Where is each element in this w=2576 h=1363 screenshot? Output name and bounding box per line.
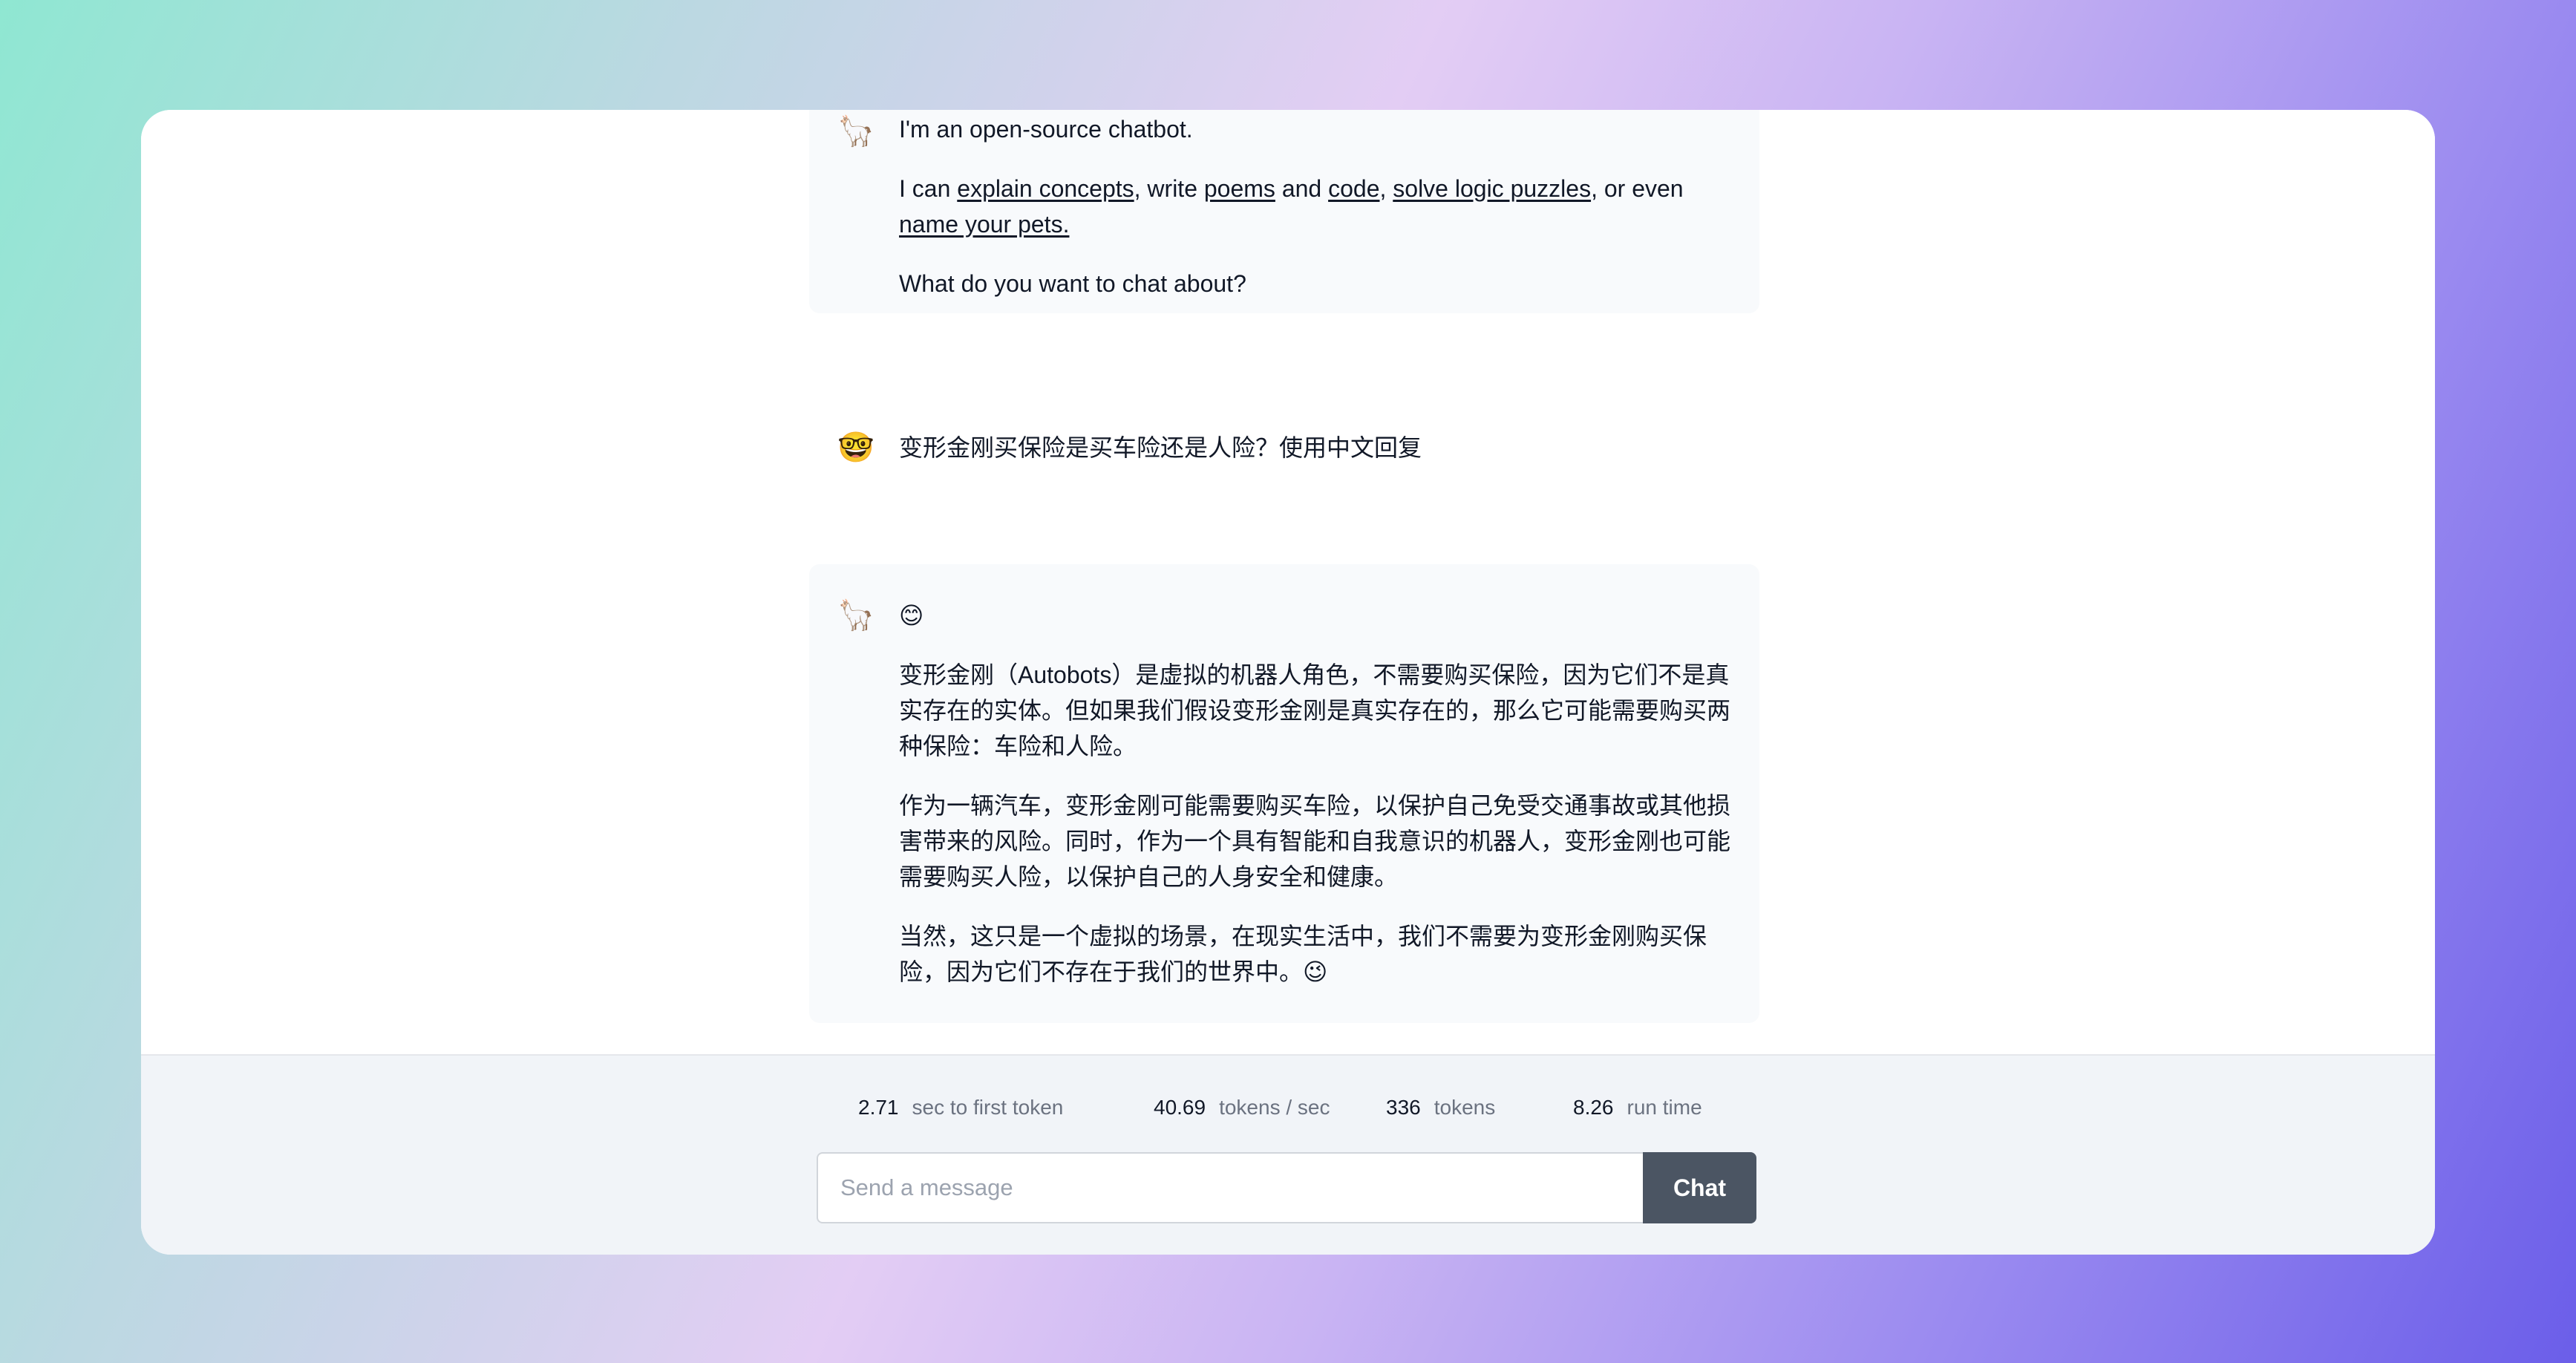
code-link[interactable]: code	[1328, 175, 1379, 202]
composer-row: Chat	[817, 1152, 1756, 1223]
intro-message: 🦙 I'm an open-source chatbot. I can expl…	[809, 110, 1759, 313]
stat-value: 8.26	[1573, 1096, 1614, 1119]
stat-label: tokens	[1434, 1096, 1496, 1119]
smile-emoji-icon: 😊	[899, 602, 924, 629]
message-input[interactable]	[817, 1152, 1643, 1223]
stat-value: 40.69	[1154, 1096, 1206, 1119]
reply-paragraph-1: 变形金刚（Autobots）是虚拟的机器人角色，不需要购买保险，因为它们不是真实…	[899, 661, 1731, 759]
intro-text: ,	[1379, 175, 1393, 202]
name-your-pets-link[interactable]: name your pets.	[899, 211, 1069, 238]
composer-footer: 2.71 sec to first token 40.69 tokens / sec…	[141, 1054, 2435, 1255]
chat-send-button[interactable]: Chat	[1643, 1152, 1756, 1223]
intro-text: , write	[1134, 175, 1204, 202]
intro-text: , or even	[1591, 175, 1684, 202]
solve-logic-puzzles-link[interactable]: solve logic puzzles	[1393, 175, 1591, 202]
intro-text: I can	[899, 175, 958, 202]
stat-token-count: 336 tokens	[1386, 1096, 1495, 1120]
explain-concepts-link[interactable]: explain concepts	[957, 175, 1134, 202]
intro-text: and	[1275, 175, 1329, 202]
stat-value: 2.71	[858, 1096, 899, 1119]
poems-link[interactable]: poems	[1204, 175, 1275, 202]
stat-time-to-first-token: 2.71 sec to first token	[858, 1096, 1063, 1120]
intro-line-2: I can explain concepts, write poems and …	[899, 171, 1730, 242]
chat-app-card: 🦙 I'm an open-source chatbot. I can expl…	[141, 110, 2435, 1255]
llama-avatar-icon: 🦙	[837, 599, 875, 632]
stat-label: sec to first token	[912, 1096, 1064, 1119]
stat-tokens-per-sec: 40.69 tokens / sec	[1154, 1096, 1330, 1120]
intro-message-body: I'm an open-source chatbot. I can explai…	[899, 111, 1730, 301]
reply-paragraph-2: 作为一辆汽车，变形金刚可能需要购买车险，以保护自己免受交通事故或其他损害带来的风…	[899, 792, 1731, 890]
chat-history[interactable]: 🦙 I'm an open-source chatbot. I can expl…	[141, 110, 2435, 1054]
llama-avatar-icon: 🦙	[837, 115, 875, 148]
bot-reply-body: 😊 变形金刚（Autobots）是虚拟的机器人角色，不需要购买保险，因为它们不是…	[899, 598, 1730, 990]
bot-reply-message: 🦙 😊 变形金刚（Autobots）是虚拟的机器人角色，不需要购买保险，因为它们…	[809, 564, 1759, 1023]
user-message: 🤓 变形金刚买保险是买车险还是人险？使用中文回复	[809, 407, 1759, 488]
intro-line-1: I'm an open-source chatbot.	[899, 116, 1193, 143]
nerd-face-avatar-icon: 🤓	[837, 431, 875, 464]
generation-stats: 2.71 sec to first token 40.69 tokens / sec…	[141, 1056, 2435, 1119]
intro-line-3: What do you want to chat about?	[899, 270, 1246, 297]
user-message-text: 变形金刚买保险是买车险还是人险？使用中文回复	[899, 434, 1422, 461]
stat-value: 336	[1386, 1096, 1421, 1119]
stat-run-time: 8.26 run time	[1573, 1096, 1702, 1120]
stat-label: run time	[1627, 1096, 1702, 1119]
reply-paragraph-3: 当然，这只是一个虚拟的场景，在现实生活中，我们不需要为变形金刚购买保险，因为它们…	[899, 923, 1707, 985]
stat-label: tokens / sec	[1219, 1096, 1330, 1119]
